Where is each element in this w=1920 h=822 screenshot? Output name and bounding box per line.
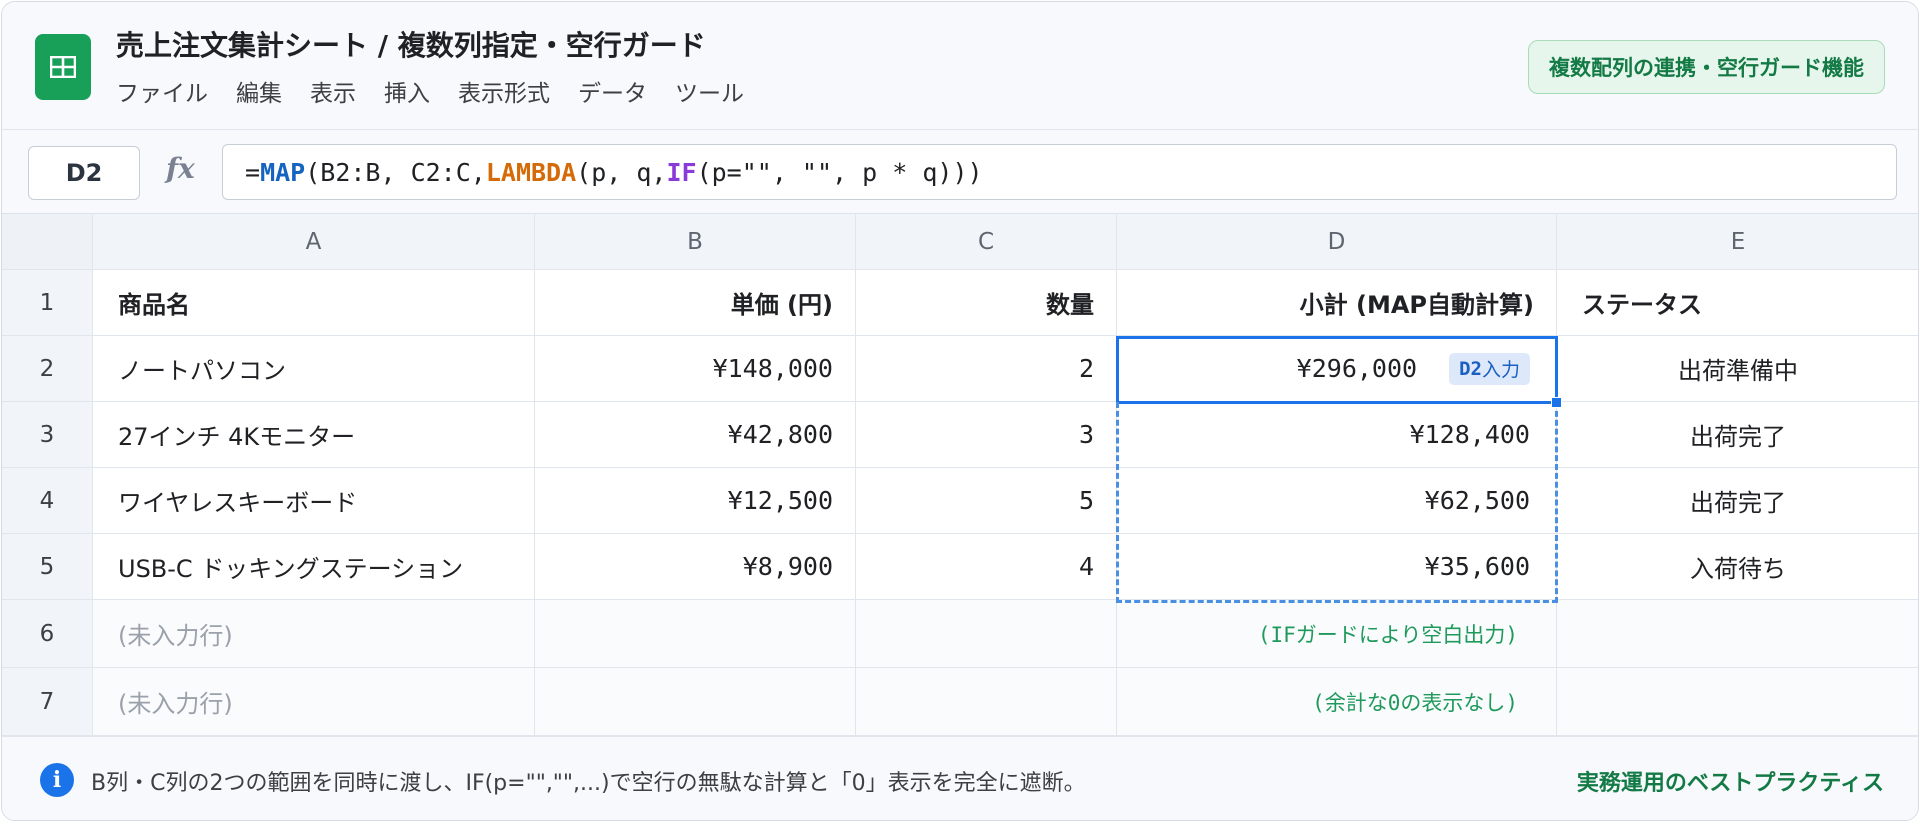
cell-e5[interactable]: 入荷待ち xyxy=(1557,534,1918,600)
cell-b3[interactable]: ¥42,800 xyxy=(535,402,856,468)
app-header: 売上注文集計シート / 複数列指定・空行ガード ファイル 編集 表示 挿入 表示… xyxy=(2,2,1918,130)
formula-eq: = xyxy=(245,157,261,187)
cell-a4[interactable]: ワイヤレスキーボード xyxy=(93,468,535,534)
cell-d6[interactable]: (IFガードにより空白出力) xyxy=(1117,600,1557,668)
cell-a6[interactable]: (未入力行) xyxy=(93,600,535,668)
cell-e2[interactable]: 出荷準備中 xyxy=(1557,336,1918,402)
info-icon: i xyxy=(40,763,74,797)
cell-a2[interactable]: ノートパソコン xyxy=(93,336,535,402)
active-cell-tag-label: 入力 xyxy=(1481,359,1520,381)
cell-b7[interactable] xyxy=(535,668,856,736)
formula-args-1: (B2:B, C2:C, xyxy=(305,157,486,187)
menu-data[interactable]: データ xyxy=(578,74,647,108)
cell-c5[interactable]: 4 xyxy=(856,534,1117,600)
menu-view[interactable]: 表示 xyxy=(310,74,356,108)
cell-c1[interactable]: 数量 xyxy=(856,270,1117,336)
feature-badge: 複数配列の連携・空行ガード機能 xyxy=(1528,40,1885,94)
cell-c7[interactable] xyxy=(856,668,1117,736)
row-header-3[interactable]: 3 xyxy=(2,402,93,468)
formula-input[interactable]: = MAP (B2:B, C2:C, LAMBDA (p, q, IF (p="", "",… xyxy=(222,144,1897,200)
cell-d2-value: ¥296,000 xyxy=(1296,354,1418,383)
document-title[interactable]: 売上注文集計シート / 複数列指定・空行ガード xyxy=(116,24,706,64)
cell-c4[interactable]: 5 xyxy=(856,468,1117,534)
column-header-c[interactable]: C xyxy=(856,214,1117,270)
info-footer: i B列・C列の2つの範囲を同時に渡し、IF(p="","",...)で空行の無… xyxy=(2,736,1918,820)
row-header-2[interactable]: 2 xyxy=(2,336,93,402)
cell-a3[interactable]: 27インチ 4Kモニター xyxy=(93,402,535,468)
active-cell-tag: D2 入力 xyxy=(1449,352,1530,385)
cell-d1[interactable]: 小計 (MAP自動計算) xyxy=(1117,270,1557,336)
fx-icon: fx xyxy=(166,152,195,185)
column-header-d[interactable]: D xyxy=(1117,214,1557,270)
select-all-corner[interactable] xyxy=(2,214,93,270)
cell-d5[interactable]: ¥35,600 xyxy=(1117,534,1557,600)
footer-best-practice: 実務運用のベストプラクティス xyxy=(1576,771,1884,796)
cell-c6[interactable] xyxy=(856,600,1117,668)
row-header-4[interactable]: 4 xyxy=(2,468,93,534)
row-header-5[interactable]: 5 xyxy=(2,534,93,600)
cell-b4[interactable]: ¥12,500 xyxy=(535,468,856,534)
formula-fn-map: MAP xyxy=(260,157,306,187)
row-header-7[interactable]: 7 xyxy=(2,668,93,736)
cell-c2[interactable]: 2 xyxy=(856,336,1117,402)
cell-d4[interactable]: ¥62,500 xyxy=(1117,468,1557,534)
fill-handle[interactable] xyxy=(1551,397,1562,408)
sheets-logo-icon xyxy=(35,34,91,100)
sheet-grid: A B C D E 1 商品名 単価 (円) 数量 小計 (MAP自動計算) ス… xyxy=(2,214,1918,736)
formula-args-2: (p, q, xyxy=(576,157,667,187)
formula-fn-if: IF xyxy=(666,157,697,187)
cell-b1[interactable]: 単価 (円) xyxy=(535,270,856,336)
cell-e1[interactable]: ステータス xyxy=(1557,270,1918,336)
name-box[interactable]: D2 xyxy=(28,146,140,200)
cell-c3[interactable]: 3 xyxy=(856,402,1117,468)
cell-b2[interactable]: ¥148,000 xyxy=(535,336,856,402)
cell-d2[interactable]: ¥296,000 D2 入力 xyxy=(1117,336,1557,402)
menu-tools[interactable]: ツール xyxy=(675,74,744,108)
menu-edit[interactable]: 編集 xyxy=(236,74,282,108)
column-header-b[interactable]: B xyxy=(535,214,856,270)
menu-bar: ファイル 編集 表示 挿入 表示形式 データ ツール xyxy=(116,74,772,108)
formula-bar: D2 fx = MAP (B2:B, C2:C, LAMBDA (p, q, IF (p="… xyxy=(2,130,1918,214)
row-header-6[interactable]: 6 xyxy=(2,600,93,668)
cell-e7[interactable] xyxy=(1557,668,1918,736)
cell-b5[interactable]: ¥8,900 xyxy=(535,534,856,600)
cell-a7[interactable]: (未入力行) xyxy=(93,668,535,736)
menu-insert[interactable]: 挿入 xyxy=(384,74,430,108)
cell-d3[interactable]: ¥128,400 xyxy=(1117,402,1557,468)
menu-format[interactable]: 表示形式 xyxy=(458,74,550,108)
formula-args-3: (p="", "", p * q))) xyxy=(696,157,983,187)
cell-e6[interactable] xyxy=(1557,600,1918,668)
active-cell-tag-ref: D2 xyxy=(1459,357,1482,380)
cell-e4[interactable]: 出荷完了 xyxy=(1557,468,1918,534)
cell-a1[interactable]: 商品名 xyxy=(93,270,535,336)
cell-d7[interactable]: (余計な0の表示なし) xyxy=(1117,668,1557,736)
row-header-1[interactable]: 1 xyxy=(2,270,93,336)
formula-fn-lambda: LAMBDA xyxy=(485,157,577,187)
menu-file[interactable]: ファイル xyxy=(116,74,208,108)
cell-b6[interactable] xyxy=(535,600,856,668)
cell-e3[interactable]: 出荷完了 xyxy=(1557,402,1918,468)
spreadsheet-window: 売上注文集計シート / 複数列指定・空行ガード ファイル 編集 表示 挿入 表示… xyxy=(1,1,1919,821)
column-header-a[interactable]: A xyxy=(93,214,535,270)
column-header-e[interactable]: E xyxy=(1557,214,1918,270)
cell-a5[interactable]: USB-C ドッキングステーション xyxy=(93,534,535,600)
footer-info-text: B列・C列の2つの範囲を同時に渡し、IF(p="","",...)で空行の無駄な… xyxy=(91,771,1086,796)
